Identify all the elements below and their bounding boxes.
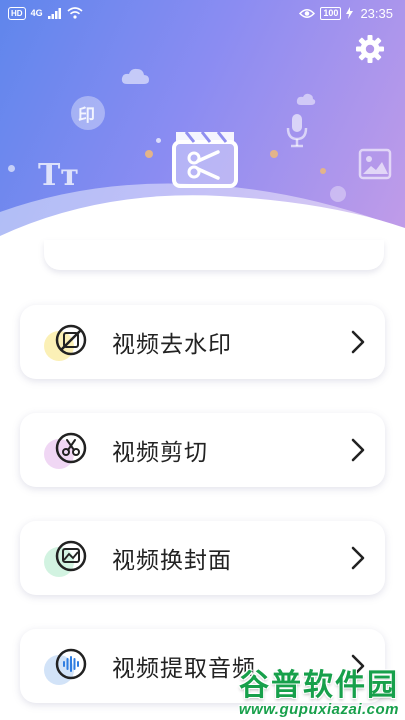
signal-icon: [47, 7, 61, 19]
menu-item-label: 视频换封面: [112, 548, 232, 574]
no-watermark-icon: [42, 317, 92, 367]
partial-menu-card[interactable]: [44, 240, 384, 270]
wifi-icon: [67, 7, 83, 19]
hd-badge: HD: [8, 6, 26, 20]
chevron-right-icon: [351, 546, 365, 570]
menu-item-remove-watermark[interactable]: 视频去水印: [20, 305, 385, 379]
stamp-text: 印: [78, 106, 95, 126]
battery-level: 100: [320, 6, 342, 20]
scissors-icon: [42, 425, 92, 475]
menu-item-label: 视频去水印: [112, 332, 232, 358]
clock: 23:35: [360, 5, 393, 21]
microphone-icon: [286, 114, 308, 148]
gear-icon: [356, 35, 384, 63]
cloud-small-icon: [296, 93, 316, 105]
chevron-right-icon: [351, 330, 365, 354]
chevron-right-icon: [351, 438, 365, 462]
eye-icon: [299, 8, 316, 18]
menu-item-label: 视频剪切: [112, 440, 208, 466]
watermark-url: www.gupuxiazai.com: [238, 701, 399, 718]
menu-item-change-cover[interactable]: 视频换封面: [20, 521, 385, 595]
settings-button[interactable]: [353, 32, 387, 66]
header-wave: [0, 183, 405, 250]
menu-item-extract-audio[interactable]: 视频提取音频: [20, 629, 385, 703]
decor-dot: [145, 150, 153, 158]
decor-dot: [156, 138, 161, 143]
cloud-icon: [121, 68, 149, 84]
charging-icon: [346, 7, 354, 19]
image-frame-icon: [42, 533, 92, 583]
audio-wave-icon: [42, 641, 92, 691]
chevron-right-icon: [351, 654, 365, 678]
decor-dot: [270, 150, 278, 158]
status-bar: HD 4G 100 23:35: [0, 0, 405, 26]
menu-item-video-cut[interactable]: 视频剪切: [20, 413, 385, 487]
network-type: 4G: [30, 8, 43, 18]
menu-item-label: 视频提取音频: [112, 656, 256, 682]
header-banner: 印 Tт: [0, 0, 405, 250]
